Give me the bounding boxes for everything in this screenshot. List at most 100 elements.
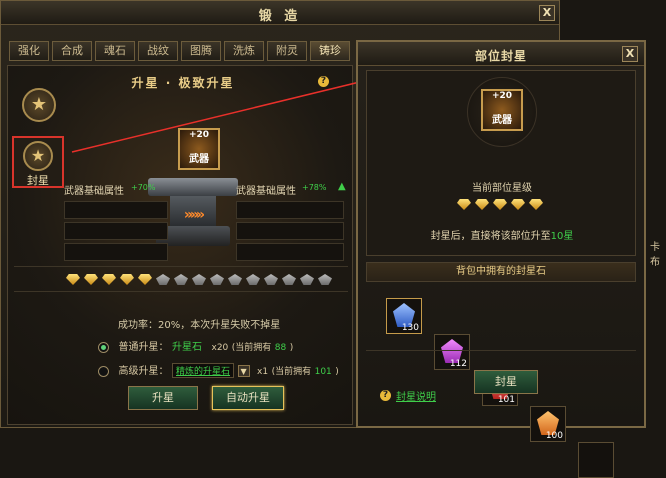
attr-bar-right-1 [236, 201, 344, 219]
advanced-have-count: 101 [314, 367, 332, 377]
tab-bar: 强化 合成 魂石 战纹 图腾 洗炼 附灵 铸珍 [9, 41, 409, 63]
gold-star-icon [511, 199, 525, 210]
advanced-upgrade-label: 高级升星： [118, 366, 169, 377]
seal-star-sidebar[interactable]: ★ 封星 [12, 136, 64, 188]
gold-star-icon [529, 199, 543, 210]
gold-star-icon [120, 274, 134, 285]
seal-description: 封星后，直接将该部位升至10星 [367, 227, 637, 242]
current-star-label: 当前部位星级 [472, 183, 532, 194]
bag-section-title: 背包中拥有的封星石 [456, 266, 546, 277]
section-title: 升星 · 极致升星 [131, 76, 235, 90]
gold-star-icon [66, 274, 80, 285]
popup-titlebar: 部位封星 X [358, 42, 644, 66]
seal-help-link[interactable]: 封星说明 [396, 388, 436, 403]
gold-star-icon [475, 199, 489, 210]
gray-star-icon [210, 274, 224, 285]
gray-star-icon [192, 274, 206, 285]
popup-star-row [367, 199, 637, 213]
help-icon[interactable]: ? [318, 76, 329, 87]
gray-star-icon [174, 274, 188, 285]
advanced-upgrade-select[interactable]: 精炼的升星石 [172, 363, 235, 378]
seal-star-icon: ★ [23, 141, 53, 171]
attr-right-label: 武器基础属性 [236, 186, 296, 197]
stone-count: 101 [497, 395, 515, 405]
gold-star-icon [84, 274, 98, 285]
weapon-name: 武器 [189, 154, 209, 165]
normal-upgrade-qty: x20 [211, 343, 229, 353]
tab-totem[interactable]: 图腾 [181, 41, 221, 61]
attr-bar-right-2 [236, 222, 344, 240]
gray-star-icon [300, 274, 314, 285]
popup-title: 部位封星 [474, 49, 527, 63]
close-button[interactable]: X [539, 5, 555, 21]
upgrade-star-icon[interactable]: ★ [22, 88, 56, 122]
tab-enchant[interactable]: 附灵 [267, 41, 307, 61]
weapon-slot[interactable]: +20 武器 [178, 128, 220, 170]
help-icon[interactable]: ? [380, 390, 391, 401]
tab-combine[interactable]: 合成 [52, 41, 92, 61]
seal-stone-slot-orange[interactable]: 100 [530, 406, 566, 442]
popup-weapon-level: +20 [491, 91, 513, 101]
advanced-upgrade-radio[interactable] [98, 365, 109, 377]
normal-have-count: 88 [274, 343, 287, 353]
stone-count: 130 [401, 323, 419, 333]
seal-star-label: 封星 [27, 174, 49, 187]
stone-count: 112 [449, 359, 467, 369]
normal-upgrade-label: 普通升星： [118, 342, 169, 353]
attr-bar-left-2 [64, 222, 168, 240]
tab-warpattern[interactable]: 战纹 [138, 41, 178, 61]
advanced-have-suffix: ) [335, 367, 339, 377]
gold-star-icon [493, 199, 507, 210]
up-arrow-icon: ▲ [338, 181, 346, 192]
popup-weapon-name: 武器 [492, 115, 512, 126]
gray-star-icon [228, 274, 242, 285]
gray-star-icon [156, 274, 170, 285]
dropdown-arrow-icon[interactable]: ▼ [237, 365, 250, 377]
gray-star-icon [318, 274, 332, 285]
seal-stone-slot-purple[interactable]: 112 [434, 334, 470, 370]
seal-button[interactable]: 封星 [474, 370, 538, 394]
bag-section-header: 背包中拥有的封星石 [366, 262, 636, 282]
normal-upgrade-item[interactable]: 升星石 [172, 342, 202, 353]
seal-stone-slot-empty[interactable] [578, 442, 614, 478]
advanced-upgrade-row: 高级升星： 精炼的升星石 ▼ x1 (当前拥有 101 ) [98, 362, 352, 378]
weapon-level: +20 [188, 130, 210, 140]
arrow-forward-icon: »»» [183, 207, 205, 223]
popup-upper-panel: +20 武器 当前部位星级 封星后，直接将该部位升至10星 [366, 70, 636, 256]
popup-weapon-slot[interactable]: +20 武器 [481, 89, 523, 131]
stone-slots: 130 112 101 100 [386, 298, 626, 478]
advanced-upgrade-item: 精炼的升星石 [176, 367, 231, 377]
normal-upgrade-radio[interactable] [98, 341, 109, 353]
content-panel: 升星 · 极致升星 ? ★ ★ 封星 +20 武器 »»» 武器基础属性 +70… [7, 65, 353, 425]
attr-bar-left-3 [64, 243, 168, 261]
star-row [66, 274, 348, 288]
gray-star-icon [264, 274, 278, 285]
seal-star-popup: 部位封星 X +20 武器 当前部位星级 封星后，直接将该部位升至10星 背包中… [356, 40, 646, 478]
auto-upgrade-button[interactable]: 自动升星 [212, 386, 284, 410]
popup-divider [366, 350, 636, 351]
tab-soulstone[interactable]: 魂石 [95, 41, 135, 61]
seal-description-text: 封星后，直接将该部位升至 [430, 231, 551, 242]
gray-star-icon [282, 274, 296, 285]
upgrade-button[interactable]: 升星 [128, 386, 198, 410]
forge-titlebar: 锻 造 X [1, 1, 559, 25]
normal-have-suffix: ) [289, 343, 294, 353]
gold-star-icon [457, 199, 471, 210]
gray-star-icon [246, 274, 260, 285]
seal-stone-slot-blue[interactable]: 130 [386, 298, 422, 334]
tab-cast[interactable]: 铸珍 [310, 41, 350, 61]
popup-close-button[interactable]: X [622, 46, 638, 62]
attr-right-value: +78% [302, 183, 327, 192]
tab-refine[interactable]: 洗炼 [224, 41, 264, 61]
window-title: 锻 造 [258, 9, 302, 24]
normal-upgrade-row: 普通升星： 升星石 x20 (当前拥有 88 ) [98, 338, 348, 353]
gold-star-icon [138, 274, 152, 285]
tab-strengthen[interactable]: 强化 [9, 41, 49, 61]
star-rating [14, 266, 348, 292]
attr-left-label: 武器基础属性 [64, 186, 124, 197]
success-rate: 成功率：20%，本次升星失败不掉星 [118, 320, 281, 331]
stone-count: 100 [545, 431, 563, 441]
attr-left-value: +70% [131, 183, 156, 192]
normal-have-prefix: (当前拥有 [231, 343, 272, 353]
advanced-upgrade-qty: x1 [257, 367, 269, 377]
